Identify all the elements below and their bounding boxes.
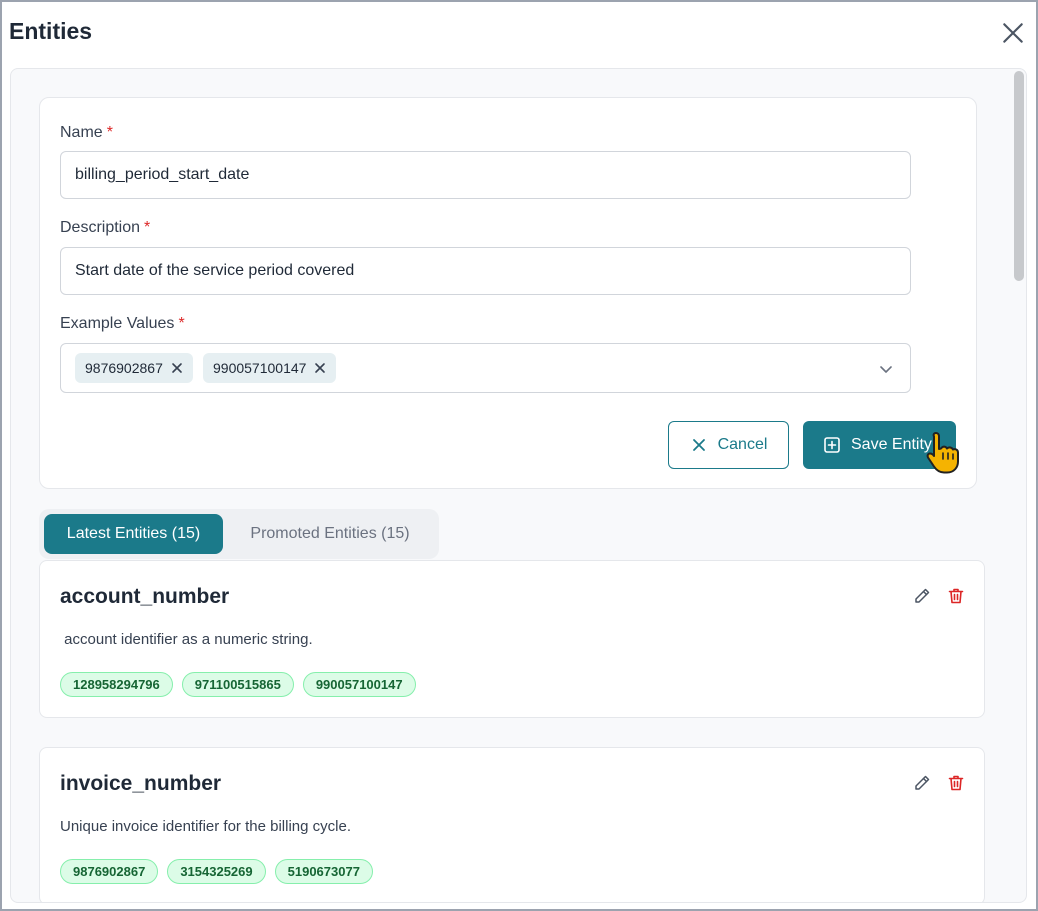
cancel-label: Cancel (717, 436, 768, 453)
edit-icon[interactable] (912, 773, 932, 793)
delete-icon[interactable] (946, 586, 966, 606)
example-values-select[interactable]: 9876902867 990057100147 (60, 343, 911, 393)
delete-icon[interactable] (946, 773, 966, 793)
dialog-content[interactable]: Name* Description* Example Values* 98769… (10, 68, 1027, 903)
dialog-title: Entities (9, 18, 93, 44)
remove-tag-icon[interactable] (171, 362, 183, 374)
hand-cursor-icon (922, 429, 964, 475)
name-input[interactable] (60, 151, 911, 199)
entity-description: account identifier as a numeric string. (60, 631, 313, 648)
name-label: Name * (60, 124, 113, 142)
entity-card: invoice_number Unique invoice identifier… (39, 747, 985, 902)
example-tag: 990057100147 (203, 353, 337, 383)
close-icon[interactable] (1000, 20, 1026, 46)
description-label-text: Description (60, 219, 141, 236)
cancel-button[interactable]: Cancel (668, 421, 789, 469)
value-chip: 128958294796 (60, 672, 173, 697)
chevron-down-icon[interactable] (878, 361, 894, 377)
value-chip: 5190673077 (274, 859, 373, 884)
example-values-label-text: Example Values (60, 315, 175, 332)
required-mark: * (106, 124, 113, 141)
description-input[interactable] (60, 247, 911, 295)
entities-dialog: Entities Name* Description* Example Valu… (0, 0, 1038, 911)
required-mark: * (178, 315, 185, 332)
entity-values: 128958294796 971100515865 990057100147 (60, 672, 416, 697)
example-tag: 9876902867 (75, 353, 193, 383)
save-entity-label: Save Entity (851, 436, 932, 453)
remove-tag-icon[interactable] (314, 362, 326, 374)
scrollbar[interactable] (1014, 71, 1024, 281)
close-icon (690, 436, 708, 454)
value-chip: 3154325269 (167, 859, 266, 884)
entity-name: invoice_number (60, 772, 222, 795)
name-label-text: Name (60, 124, 103, 141)
example-tag-label: 9876902867 (85, 360, 163, 376)
entity-description: Unique invoice identifier for the billin… (60, 818, 351, 835)
description-label: Description * (60, 219, 150, 237)
entity-actions (912, 773, 966, 793)
value-chip: 990057100147 (302, 672, 416, 697)
value-chip: 971100515865 (181, 672, 294, 697)
required-mark: * (144, 219, 151, 236)
entity-form: Name* Description* Example Values* 98769… (39, 97, 977, 489)
entity-name: account_number (60, 585, 230, 608)
example-values-label: Example Values * (60, 315, 185, 333)
tab-promoted-entities[interactable]: Promoted Entities (15) (231, 514, 429, 554)
entity-actions (912, 586, 966, 606)
edit-icon[interactable] (912, 586, 932, 606)
plus-square-icon (823, 436, 841, 454)
value-chip: 9876902867 (60, 859, 159, 884)
entity-card: account_number account identifier as a n… (39, 560, 985, 718)
example-tag-label: 990057100147 (213, 360, 307, 376)
entity-values: 9876902867 3154325269 5190673077 (60, 859, 373, 884)
tab-latest-entities[interactable]: Latest Entities (15) (44, 514, 223, 554)
entity-tabs: Latest Entities (15) Promoted Entities (… (39, 509, 439, 559)
